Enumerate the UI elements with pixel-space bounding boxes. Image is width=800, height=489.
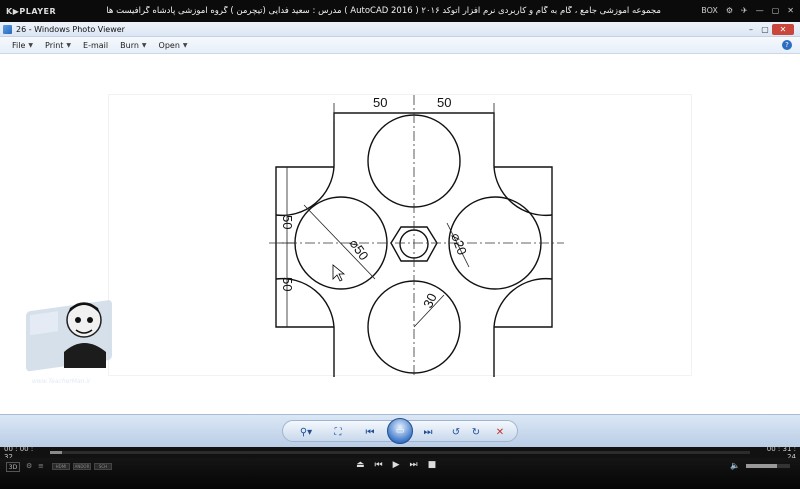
zoom-icon[interactable]: ⚲▾ — [295, 425, 317, 439]
viewer-window-buttons: – ▢ ✕ — [744, 23, 794, 35]
menu-open-label: Open — [158, 40, 180, 50]
mini-button-3[interactable]: SCH — [94, 463, 112, 470]
player-title: مجموعه آموزشی جامع ، گام به گام و کاربرد… — [106, 6, 661, 16]
teacher-logo: www.TeacherMan.ir — [24, 290, 116, 390]
rotate-left-icon[interactable]: ↺ — [449, 425, 463, 439]
dim-diameter: ⌀50 — [347, 236, 372, 263]
slideshow-icon[interactable]: ▭ — [387, 418, 413, 444]
forward-icon[interactable]: ⏭ — [410, 460, 418, 470]
speaker-icon[interactable]: 🔈 — [730, 461, 740, 470]
eject-icon[interactable]: ⏏ — [356, 460, 365, 470]
cad-drawing: 50 50 50 50 ⌀50 ⌀20 30 — [108, 94, 692, 380]
menu-burn-label: Burn — [120, 40, 139, 50]
dim-left-lower: 50 — [280, 277, 295, 291]
arc-br — [493, 277, 553, 328]
rewind-icon[interactable]: ⏮ — [375, 460, 383, 470]
delete-icon[interactable]: ✕ — [493, 425, 507, 439]
next-icon[interactable]: ⏭ — [421, 425, 435, 439]
seek-bar-row: 00 : 00 : 32 00 : 31 : 24 — [0, 445, 800, 461]
dim-left-upper: 50 — [280, 215, 295, 229]
transport-controls: ⏏ ⏮ ▶ ⏭ ■ — [356, 460, 436, 470]
viewer-minimize-icon[interactable]: – — [744, 24, 758, 35]
menu-burn[interactable]: Burn ▼ — [120, 41, 146, 50]
mouse-cursor-icon — [332, 264, 346, 282]
maximize-icon[interactable]: ▢ — [772, 6, 780, 16]
close-icon[interactable]: ✕ — [787, 6, 794, 16]
menu-print-label: Print — [45, 40, 64, 50]
chevron-down-icon: ▼ — [28, 41, 34, 49]
dim-top-right: 50 — [437, 95, 451, 110]
player-top-bar: K▶PLAYER مجموعه آموزشی جامع ، گام به گام… — [0, 0, 800, 22]
dim-top-left: 50 — [373, 95, 387, 110]
viewer-title-bar: 26 - Windows Photo Viewer – ▢ ✕ — [0, 22, 800, 37]
teacher-site: www.TeacherMan.ir — [32, 378, 91, 385]
mini-button-1[interactable]: HDMI — [52, 463, 70, 470]
list-icon[interactable]: ≡ — [38, 462, 44, 470]
dim-radius: 30 — [420, 291, 440, 310]
viewer-close-icon[interactable]: ✕ — [772, 23, 794, 35]
rotate-right-icon[interactable]: ↻ — [469, 425, 483, 439]
volume-level — [746, 464, 777, 468]
chevron-down-icon: ▼ — [66, 41, 72, 49]
kmplayer-logo[interactable]: K▶PLAYER — [6, 7, 66, 16]
viewer-maximize-icon[interactable]: ▢ — [758, 24, 772, 35]
cad-drawing-svg: 50 50 50 50 ⌀50 ⌀20 30 — [269, 95, 564, 380]
play-icon[interactable]: ▶ — [393, 460, 400, 470]
pin-icon[interactable]: ✈ — [741, 6, 748, 16]
menu-email[interactable]: E-mail — [83, 41, 108, 50]
previous-icon[interactable]: ⏮ — [363, 425, 377, 439]
menu-email-label: E-mail — [83, 40, 109, 50]
dim-center: ⌀20 — [448, 231, 470, 257]
chevron-down-icon: ▼ — [182, 41, 188, 49]
menu-open[interactable]: Open ▼ — [159, 41, 188, 50]
menu-file[interactable]: File ▼ — [12, 41, 33, 50]
3d-badge[interactable]: 3D — [6, 462, 20, 472]
seek-bar[interactable] — [50, 451, 750, 454]
box-label[interactable]: BOX — [701, 6, 718, 16]
player-control-bar: 3D ⚙ ≡ HDMI ANDOR SCH ⏏ ⏮ ▶ ⏭ ■ 🔈 — [0, 458, 800, 489]
arc-tl — [275, 166, 335, 217]
outline-right — [494, 166, 553, 328]
stop-icon[interactable]: ■ — [428, 460, 437, 470]
photo-viewer-app-icon — [3, 24, 12, 34]
viewer-menu-bar: File ▼ Print ▼ E-mail Burn ▼ Open ▼ ? — [0, 37, 800, 54]
seek-progress — [50, 451, 62, 454]
teacher-avatar-icon — [26, 300, 112, 372]
gear-icon[interactable]: ⚙ — [726, 6, 733, 16]
help-icon[interactable]: ? — [782, 40, 792, 50]
dim-line-diameter — [303, 204, 376, 280]
volume-slider[interactable] — [746, 464, 790, 468]
arc-tr — [493, 166, 553, 217]
chevron-down-icon: ▼ — [141, 41, 147, 49]
player-window-controls: BOX ⚙ ✈ — ▢ ✕ — [701, 6, 794, 16]
mini-button-2[interactable]: ANDOR — [73, 463, 91, 470]
actual-size-icon[interactable]: ⛶ — [331, 425, 345, 439]
minimize-icon[interactable]: — — [756, 6, 764, 16]
viewer-controls-bar: ⚲▾ ⛶ ⏮ ▭ ⏭ ↺ ↻ ✕ — [0, 414, 800, 447]
settings-icon[interactable]: ⚙ — [26, 462, 32, 470]
navigation-pill: ⚲▾ ⛶ ⏮ ▭ ⏭ ↺ ↻ ✕ — [282, 418, 518, 444]
mini-buttons: HDMI ANDOR SCH — [52, 463, 112, 470]
viewer-title: 26 - Windows Photo Viewer — [16, 24, 125, 34]
menu-file-label: File — [12, 40, 26, 50]
menu-print[interactable]: Print ▼ — [45, 41, 71, 50]
outline-left — [275, 166, 334, 328]
